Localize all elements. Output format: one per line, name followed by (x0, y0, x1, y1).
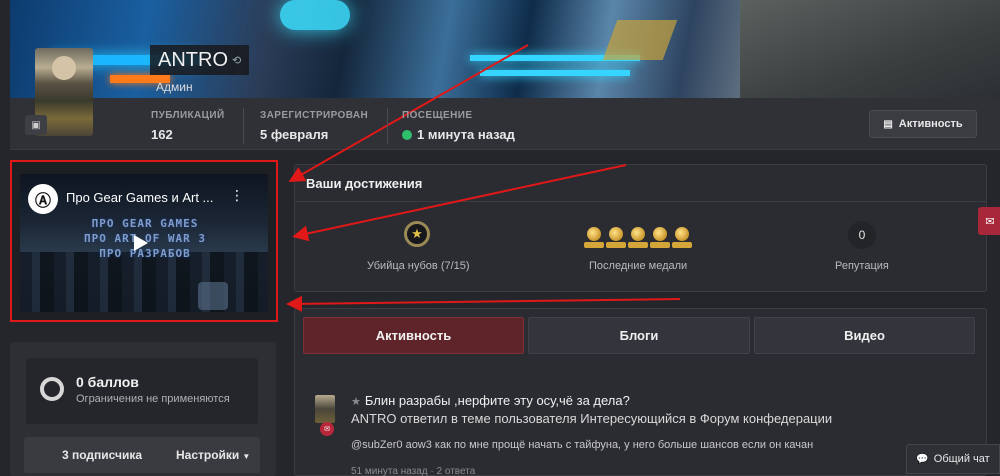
rank-star-icon[interactable]: ★ (404, 221, 430, 247)
video-title[interactable]: Про Gear Games и Art ... (66, 190, 213, 205)
activity-button[interactable]: ▤ Активность (869, 110, 977, 138)
video-highlight-frame: Ⓐ Про Gear Games и Art ... ⋮ ПРО GEAR GA… (10, 160, 278, 322)
points-subtitle: Ограничения не применяются (76, 393, 230, 405)
points-ring-icon (40, 377, 64, 401)
change-cover-button[interactable]: ▣ (25, 115, 47, 135)
tab-blogs[interactable]: Блоги (528, 317, 750, 354)
achievements-title: Ваши достижения (306, 176, 423, 191)
last-visit-text: 1 минута назад (417, 127, 515, 142)
points-title: 0 баллов (76, 374, 139, 390)
channel-logo[interactable]: Ⓐ (28, 184, 58, 214)
medal-icon (650, 227, 670, 249)
settings-dropdown[interactable]: Настройки ▼ (176, 448, 250, 462)
image-icon: ▣ (31, 119, 41, 131)
feed-item-body: @subZer0 aow3 как по мне прощё начать с … (351, 439, 814, 451)
feed-avatar[interactable] (315, 395, 335, 423)
recent-medals[interactable] (584, 227, 692, 249)
comment-icon: ✉ (320, 422, 334, 436)
tab-activity[interactable]: Активность (303, 317, 524, 354)
stat-value: 1 минута назад (402, 127, 515, 142)
stat-value: 162 (151, 127, 173, 142)
profile-role: Админ (156, 80, 193, 94)
divider (243, 108, 244, 144)
feed-item-subtitle[interactable]: ANTRO ответил в теме пользователя Интере… (351, 411, 832, 426)
feed-item-title[interactable]: ★ Блин разрабы ,нерфите эту осу,чё за дел… (351, 393, 630, 408)
more-vert-icon[interactable]: ⋮ (230, 188, 244, 204)
reputation-value: 0 (848, 221, 876, 249)
stat-posts: ПУБЛИКАЦИЙ 162 (151, 110, 225, 142)
medal-icon (606, 227, 626, 249)
video-embed[interactable]: Ⓐ Про Gear Games и Art ... ⋮ ПРО GEAR GA… (20, 174, 268, 312)
reputation-label: Репутация (835, 260, 889, 272)
stat-label: ЗАРЕГИСТРИРОВАН (260, 110, 369, 121)
chat-icon: 💬 (916, 453, 929, 465)
global-chat-button[interactable]: 💬 Общий чат (906, 444, 1000, 474)
activity-button-label: Активность (898, 118, 963, 130)
mail-icon[interactable]: ✉ (978, 207, 1000, 235)
medal-icon (584, 227, 604, 249)
medal-icon (628, 227, 648, 249)
play-icon[interactable] (134, 235, 148, 251)
medals-label: Последние медали (589, 260, 688, 272)
chevron-down-icon: ▼ (242, 452, 251, 461)
rank-label: Убийца нубов (7/15) (367, 260, 470, 272)
profile-name-box: ANTRO ⟲ (150, 45, 250, 75)
history-icon[interactable]: ⟲ (232, 54, 241, 67)
stat-value: 5 февраля (260, 127, 329, 142)
activity-icon: ▤ (883, 118, 893, 130)
medal-icon (672, 227, 692, 249)
banner-rock-art (740, 0, 1000, 98)
stat-registered: ЗАРЕГИСТРИРОВАН 5 февраля (260, 110, 368, 142)
tab-video[interactable]: Видео (754, 317, 975, 354)
stat-last-visit: ПОСЕЩЕНИЕ 1 минута назад (402, 110, 515, 142)
profile-name: ANTRO (158, 48, 228, 71)
stat-label: ПУБЛИКАЦИЙ (151, 110, 225, 121)
online-indicator (402, 129, 412, 140)
chat-button-label: Общий чат (933, 453, 990, 465)
divider (387, 108, 388, 144)
followers-link[interactable]: 3 подписчика (62, 448, 142, 462)
stat-label: ПОСЕЩЕНИЕ (402, 110, 473, 121)
star-icon: ★ (351, 396, 361, 408)
annotation-arrow (286, 295, 681, 312)
feed-item-meta: 51 минута назад · 2 ответа (351, 466, 476, 476)
